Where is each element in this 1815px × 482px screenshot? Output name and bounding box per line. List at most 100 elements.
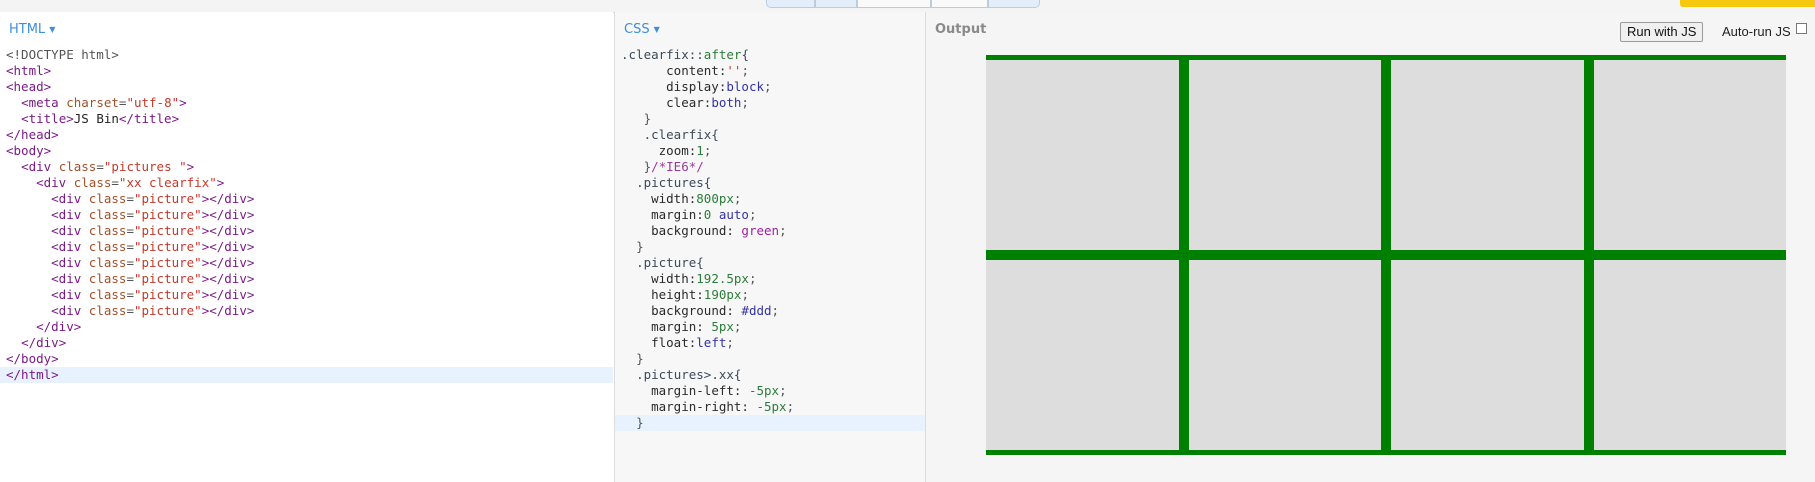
code-token: 800px: [696, 191, 734, 206]
code-token: <body>: [6, 143, 52, 158]
autorun-js-checkbox[interactable]: [1795, 23, 1807, 34]
code-token: <div: [51, 287, 89, 302]
code-token: "picture": [133, 239, 202, 254]
css-code-line: background: #ddd;: [615, 303, 925, 319]
code-token: content:: [666, 63, 727, 78]
code-token: <div: [21, 159, 59, 174]
code-token: =: [126, 223, 134, 238]
code-token: "xx clearfix": [118, 175, 217, 190]
code-token: <div: [51, 239, 89, 254]
css-panel-label[interactable]: CSS ▼: [624, 22, 660, 37]
code-token: <meta: [21, 95, 67, 110]
css-code-line: .pictures{: [615, 175, 925, 191]
html-code-line: </body>: [0, 351, 613, 367]
code-token: </body>: [6, 351, 59, 366]
css-code-line: margin: 5px;: [615, 319, 925, 335]
html-code-line: <div class="picture"></div>: [0, 239, 613, 255]
code-token: -5px: [748, 383, 780, 398]
code-token: }: [643, 111, 652, 126]
code-token: "pictures ": [103, 159, 187, 174]
code-token: ;: [741, 63, 749, 78]
code-token: =: [126, 191, 134, 206]
autorun-js-label: Auto-run JS: [1722, 24, 1791, 39]
css-code-line: background: green;: [615, 223, 925, 239]
css-code-line: .clearfix{: [615, 127, 925, 143]
code-token: }: [636, 351, 644, 366]
css-code-line: }/*IE6*/: [615, 159, 925, 175]
code-token: zoom:: [658, 143, 697, 158]
code-token: margin:: [651, 319, 712, 334]
code-token: >: [186, 159, 195, 174]
tab-output[interactable]: [988, 0, 1040, 8]
code-token: after: [703, 47, 742, 62]
html-code-line: </div>: [0, 335, 613, 351]
code-token: "picture": [133, 207, 202, 222]
tab-javascript[interactable]: [857, 0, 931, 8]
code-token: <head>: [6, 79, 52, 94]
code-token: ;: [741, 287, 749, 302]
code-token: '': [726, 63, 742, 78]
tab-css[interactable]: [815, 0, 857, 8]
rendered-pictures-container: [986, 55, 1786, 455]
code-token: =: [96, 159, 104, 174]
code-token: clear:: [666, 95, 712, 110]
code-token: .pictures{: [636, 175, 712, 190]
css-code-line: display:block;: [615, 79, 925, 95]
css-code-line: zoom:1;: [615, 143, 925, 159]
code-token: "picture": [133, 223, 202, 238]
css-code-editor[interactable]: .clearfix::after{ content:''; display:bl…: [615, 47, 925, 431]
code-token: ></div>: [201, 287, 255, 302]
html-code-line: <head>: [0, 79, 613, 95]
html-code-editor[interactable]: <!DOCTYPE html> <html> <head> <meta charse…: [0, 47, 613, 383]
code-token: </head>: [6, 127, 59, 142]
tab-console[interactable]: [931, 0, 988, 8]
code-token: JS Bin: [73, 111, 119, 126]
html-panel-title: HTML: [9, 22, 46, 37]
code-token: >: [179, 95, 187, 110]
css-panel: CSS ▼ .clearfix::after{ content:''; disp…: [614, 12, 925, 482]
autorun-js-toggle[interactable]: Auto-run JS: [1722, 23, 1807, 39]
code-token: .pictures>.xx{: [636, 367, 742, 382]
code-token: class: [88, 191, 127, 206]
code-token: /*IE6*/: [651, 159, 704, 174]
tab-html[interactable]: [766, 0, 815, 8]
html-code-line: </html>: [0, 367, 613, 383]
code-token: #ddd: [741, 303, 772, 318]
html-code-line: </div>: [0, 319, 613, 335]
css-code-line: }: [615, 239, 925, 255]
code-token: =: [126, 287, 134, 302]
code-token: 192.5px: [696, 271, 749, 286]
css-code-line: }: [615, 111, 925, 127]
code-token: block: [726, 79, 765, 94]
run-with-js-button[interactable]: Run with JS: [1620, 22, 1704, 42]
code-token: }: [643, 159, 652, 174]
code-token: <!DOCTYPE html>: [6, 47, 119, 62]
code-token: 1: [696, 143, 704, 158]
css-code-line: margin:0 auto;: [615, 207, 925, 223]
code-token: ;: [779, 383, 787, 398]
panel-toggle-tabs: [766, 0, 1040, 9]
code-token: ;: [771, 303, 780, 318]
html-panel-label[interactable]: HTML ▼: [9, 22, 55, 37]
login-register-button[interactable]: [1680, 0, 1815, 7]
code-token: green: [741, 223, 780, 238]
css-code-line: .clearfix::after{: [615, 47, 925, 63]
code-token: ;: [748, 207, 757, 222]
picture-tile: [1188, 260, 1381, 450]
picture-tile: [986, 260, 1179, 450]
code-token: class: [88, 223, 127, 238]
